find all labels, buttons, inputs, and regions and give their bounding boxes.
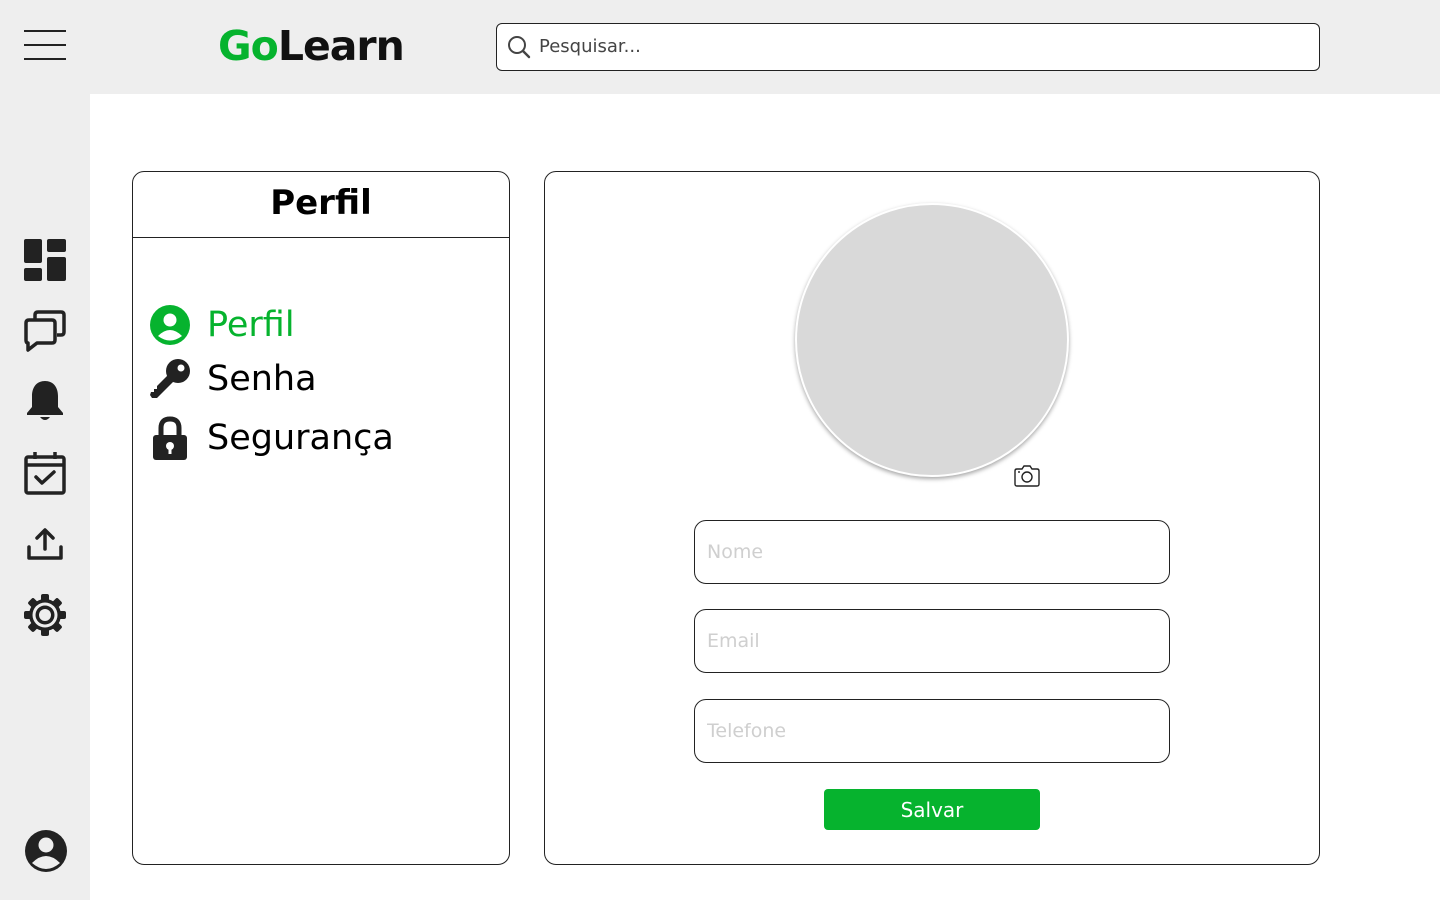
calendar-check-icon[interactable] xyxy=(22,450,68,496)
search-input[interactable] xyxy=(539,24,1299,69)
menu-item-seguranca[interactable]: Segurança xyxy=(149,416,394,460)
account-icon[interactable] xyxy=(24,829,68,873)
gear-icon[interactable] xyxy=(22,592,68,638)
logo[interactable]: GoLearn xyxy=(218,20,405,72)
menu-item-label: Senha xyxy=(207,359,317,399)
logo-go: Go xyxy=(218,22,279,70)
menu-item-senha[interactable]: Senha xyxy=(149,358,317,400)
user-circle-icon xyxy=(149,304,191,346)
hamburger-menu-icon[interactable] xyxy=(24,30,66,60)
menu-item-perfil[interactable]: Perfil xyxy=(149,304,295,346)
search-icon xyxy=(508,36,531,59)
logo-learn: Learn xyxy=(277,22,405,70)
chat-icon[interactable] xyxy=(22,308,68,354)
dashboard-icon[interactable] xyxy=(22,237,68,283)
camera-icon[interactable] xyxy=(1013,464,1041,488)
profile-form-card: Salvar xyxy=(544,171,1320,865)
menu-item-label: Segurança xyxy=(207,418,394,458)
settings-menu-card: Perfil Perfil Senha Segurança xyxy=(132,171,510,865)
bell-icon[interactable] xyxy=(22,378,68,424)
phone-field[interactable] xyxy=(694,699,1170,763)
name-input[interactable] xyxy=(695,521,1169,583)
phone-input[interactable] xyxy=(695,700,1169,762)
upload-icon[interactable] xyxy=(22,521,68,567)
email-input[interactable] xyxy=(695,610,1169,672)
menu-item-label: Perfil xyxy=(207,305,295,345)
lock-icon xyxy=(149,416,191,460)
email-field[interactable] xyxy=(694,609,1170,673)
avatar[interactable] xyxy=(795,203,1069,477)
save-button[interactable]: Salvar xyxy=(824,789,1040,830)
name-field[interactable] xyxy=(694,520,1170,584)
settings-menu-title: Perfil xyxy=(133,172,509,238)
key-icon xyxy=(149,358,191,400)
search-bar[interactable] xyxy=(496,23,1320,71)
